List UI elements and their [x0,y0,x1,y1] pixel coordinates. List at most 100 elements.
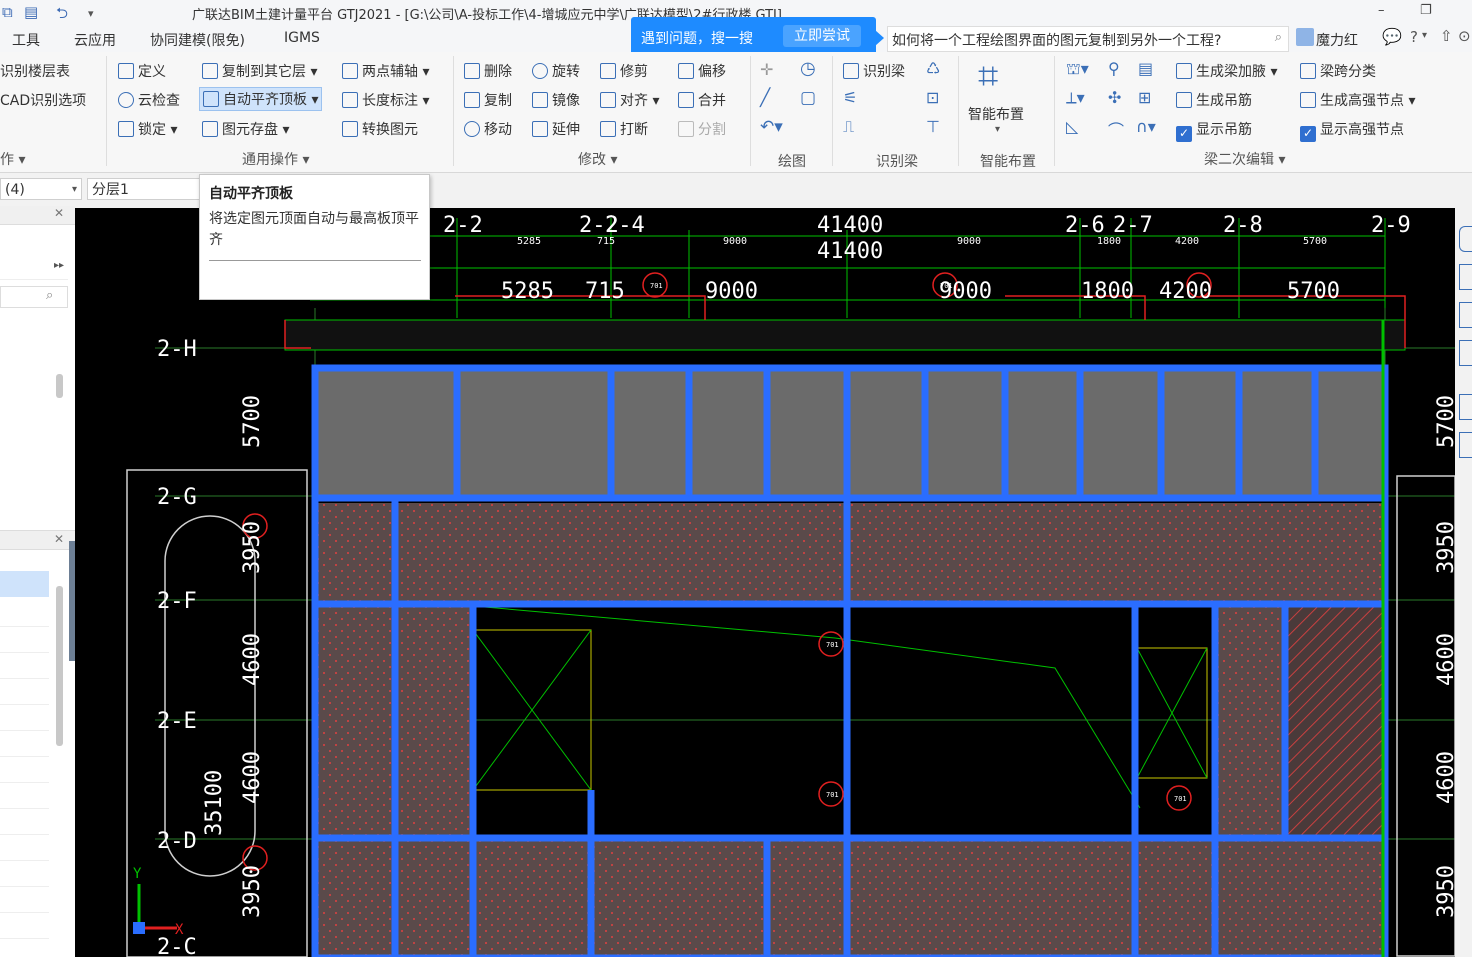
search-icon[interactable]: ⌕ [1275,30,1282,45]
haunch-icon[interactable]: ◺ [1066,117,1078,136]
expand-icon[interactable]: ▸▸ [54,260,64,271]
two-point-axis-button[interactable]: 两点辅轴 ▾ [342,61,429,81]
arc-icon[interactable]: ◷ [800,58,816,79]
identify-origin-icon[interactable]: ⊤ [926,117,940,136]
cloud-check-button[interactable]: 云检查 [118,90,180,110]
common-ops-group-label[interactable]: 通用操作 ▾ [242,149,309,169]
close-icon[interactable]: ✕ [54,206,64,220]
right-dimension: 5700 [1434,395,1455,448]
split-button[interactable]: 分割 [678,119,726,139]
smart-layout-icon[interactable]: ⌗ [978,56,998,98]
view-tool-icon[interactable] [1459,302,1472,328]
save-icon[interactable]: ▤ [24,3,38,21]
scrollbar-thumb[interactable] [56,586,63,746]
chat-icon[interactable]: 💬 [1382,27,1402,46]
drawing-canvas[interactable]: Y X 2-2 2-2 2-4 2-6 2-7 2-8 2-9 41400 41… [75,208,1455,957]
rotate-button[interactable]: 旋转 [532,61,580,81]
view-tool-icon[interactable] [1459,226,1472,252]
align-icon [600,92,616,108]
menu-item-tools[interactable]: 工具 [12,30,40,50]
convert-element-button[interactable]: 转换图元 [342,119,418,139]
right-dimension: 3950 [1434,865,1455,918]
offset-button[interactable]: 偏移 [678,61,726,81]
identify-span-icon[interactable]: ⎍ [843,117,854,137]
restore-button[interactable]: ❐ [1420,3,1432,18]
help-search-input[interactable]: 如何将一个工程绘图界面的图元复制到另外一个工程? ⌕ [887,26,1289,52]
mirror-button[interactable]: 镜像 [532,90,580,110]
gen-haunch-button[interactable]: 生成梁加腋 ▾ [1176,61,1277,81]
help-dropdown-icon[interactable]: ▾ [1422,30,1427,41]
list-item-selected[interactable] [0,571,49,597]
scrollbar-thumb[interactable] [56,374,63,398]
panel-search-input[interactable] [0,286,68,308]
search-icon[interactable]: ⌕ [46,288,53,303]
floor-select[interactable]: (4) ▾ [0,178,82,200]
element-save-button[interactable]: 图元存盘 ▾ [202,119,289,139]
gen-hanger-button[interactable]: 生成吊筋 [1176,90,1252,110]
copy-button[interactable]: 复制 [464,90,512,110]
beam-tool-icon[interactable]: ⚲ [1108,59,1120,78]
beam-edit-group-label[interactable]: 梁二次编辑 ▾ [1204,149,1285,169]
grid-icon[interactable]: ⊞ [1138,88,1151,107]
mirror-icon [532,92,548,108]
identify-tool-icon[interactable]: ♺ [926,59,940,78]
copy-to-floor-button[interactable]: 复制到其它层 ▾ [202,61,317,81]
view-tool-icon[interactable] [1459,264,1472,290]
auto-align-top-button[interactable]: 自动平齐顶板 ▾ [199,87,323,111]
show-high-node-checkbox[interactable]: ✓ 显示高强节点 [1300,119,1404,142]
rectangle-icon[interactable]: ▢ [800,88,816,108]
extend-button[interactable]: 延伸 [532,119,580,139]
lock-button[interactable]: 锁定 ▾ [118,119,177,139]
smart-layout-dropdown-icon[interactable]: ▾ [995,124,1000,135]
cad-identify-options-button[interactable]: CAD识别选项 [0,90,86,110]
stirrup-icon[interactable]: ∩▾ [1136,117,1156,136]
more-icon[interactable]: ⊙ [1458,27,1471,45]
length-dim-button[interactable]: 长度标注 ▾ [342,90,429,110]
break-button[interactable]: 打断 [600,119,648,139]
left-outline [126,469,308,957]
property-list[interactable] [0,601,49,957]
layer-select[interactable]: 分层1 [87,178,201,200]
help-icon[interactable]: ? [1410,28,1418,46]
merge-button[interactable]: 合并 [678,90,726,110]
menu-item-igms[interactable]: IGMS [284,30,320,46]
edit-support-icon[interactable]: ⊡ [926,88,939,107]
span-icon[interactable]: ✣ [1108,88,1121,107]
view-tool-icon[interactable] [1459,432,1472,458]
line-icon[interactable]: ╱ [760,88,770,108]
arch-icon[interactable]: ⌒ [1108,117,1124,141]
menu-item-cloud-apps[interactable]: 云应用 [74,30,116,50]
try-now-button[interactable]: 立即尝试 [783,25,861,47]
identify-floor-table-button[interactable]: 识别楼层表 [0,61,70,81]
small-dimension: 1800 [1097,236,1121,247]
quick-access-dropdown-icon[interactable]: ▾ [88,7,94,20]
move-button[interactable]: 移动 [464,119,512,139]
collapse-ribbon-icon[interactable]: ⇧ [1440,27,1453,45]
close-icon[interactable]: ✕ [54,532,64,546]
curve-icon[interactable]: ↶▾ [760,117,783,137]
span-class-button[interactable]: 梁跨分类 [1300,61,1376,81]
original-position-icon[interactable]: ⛫▾ [1066,59,1089,80]
app-logo-icon[interactable]: ⧉ [2,3,13,21]
identify-beam-button[interactable]: 识别梁 [843,61,905,81]
align-button[interactable]: 对齐 ▾ [600,90,659,110]
rebar-icon[interactable]: ⟂▾ [1066,88,1085,108]
view-tool-icon[interactable] [1459,340,1472,366]
minimize-button[interactable]: – [1378,3,1385,18]
menu-item-collab-modeling[interactable]: 协同建模(限免) [150,30,245,50]
left-total-dimension: 35100 [202,770,227,836]
point-icon[interactable]: ✛ [760,60,773,79]
view-tool-icon[interactable] [1459,394,1472,420]
trim-button[interactable]: 修剪 [600,61,648,81]
undo-icon[interactable]: ⮌ [56,3,68,28]
define-button[interactable]: 定义 [118,61,166,81]
delete-button[interactable]: 删除 [464,61,512,81]
table-icon[interactable]: ▤ [1138,59,1153,78]
avatar[interactable] [1296,28,1314,46]
smart-layout-button[interactable]: 智能布置 [968,104,1024,124]
gen-high-node-button[interactable]: 生成高强节点 ▾ [1300,90,1415,110]
modify-group-label[interactable]: 修改 ▾ [578,149,617,169]
check-beam-icon[interactable]: ⚟ [843,88,857,107]
left-group-label[interactable]: 作 ▾ [0,149,25,169]
show-hanger-checkbox[interactable]: ✓ 显示吊筋 [1176,119,1252,142]
